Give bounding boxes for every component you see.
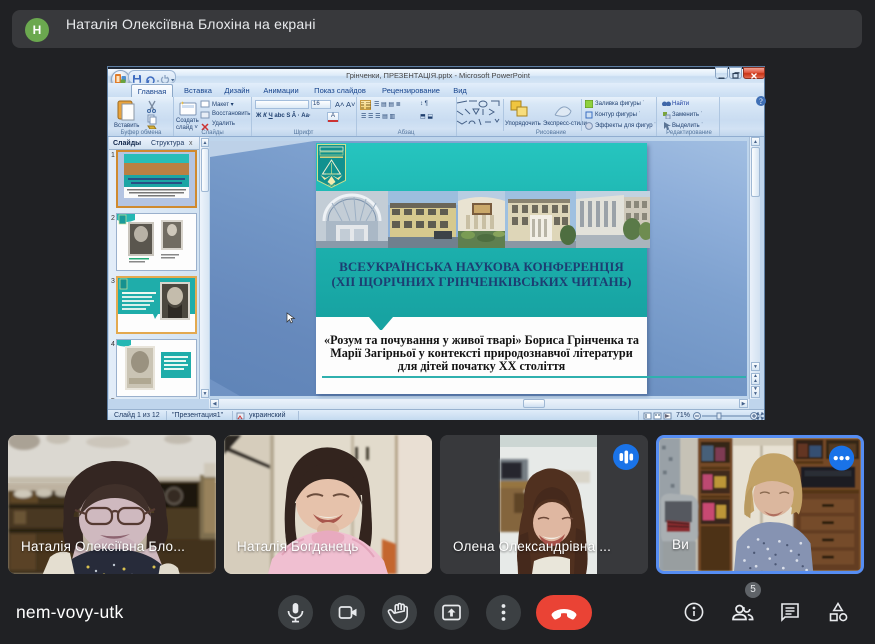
svg-text:1874: 1874 <box>328 183 335 187</box>
svg-text:?: ? <box>759 97 763 106</box>
